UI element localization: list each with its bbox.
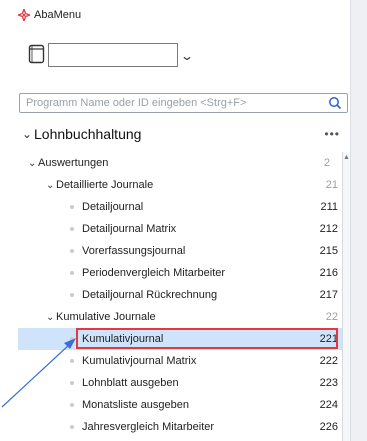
tree-item-row[interactable]: Kumulativjournal 221 — [18, 328, 348, 350]
tree-item-label: Detailjournal Matrix — [82, 223, 177, 235]
screenshot-stage: AbaMenu ⌄ Programm Name oder ID eingeben… — [0, 0, 367, 441]
tree-item-row[interactable]: Detailjournal 211 — [18, 196, 348, 218]
tree-item-label: Detailjournal Rückrechnung — [82, 289, 218, 301]
tree-item-id: 211 — [320, 201, 338, 213]
tree-item-id: 224 — [319, 399, 338, 411]
tree-group-row[interactable]: ⌄ Detaillierte Journale 21 — [18, 174, 348, 196]
bullet-icon — [70, 249, 74, 253]
bullet-icon — [70, 227, 74, 231]
tree-item-row[interactable]: Lohnblatt ausgeben 223 — [18, 372, 348, 394]
chevron-down-icon[interactable]: ⌄ — [28, 158, 36, 169]
tree-item-label: Detailjournal — [82, 201, 144, 213]
tree-item-id: 21 — [325, 179, 338, 191]
search-icon[interactable] — [328, 96, 342, 110]
tree-item-id: 222 — [319, 355, 338, 367]
tree-item-label: Monatsliste ausgeben — [82, 399, 190, 411]
tree-item-id: 212 — [319, 223, 338, 235]
tree-item-row[interactable]: Vorerfassungsjournal 215 — [18, 240, 348, 262]
tree-item-label: Auswertungen — [38, 157, 109, 169]
tree-item-label: Kumulativjournal Matrix — [82, 355, 197, 367]
bullet-icon — [70, 425, 74, 429]
tree-item-row[interactable]: Detailjournal Matrix 212 — [18, 218, 348, 240]
tree-item-row[interactable]: Periodenvergleich Mitarbeiter 216 — [18, 262, 348, 284]
bullet-icon — [70, 381, 74, 385]
left-margin — [0, 0, 18, 441]
tree-root-lohnbuchhaltung[interactable]: ⌄ Lohnbuchhaltung ••• — [18, 122, 348, 146]
tree-item-id: 2 — [323, 157, 330, 169]
bullet-icon — [70, 337, 74, 341]
bullet-icon — [70, 293, 74, 297]
app-title: AbaMenu — [34, 9, 82, 21]
tree-item-row[interactable]: Kumulativjournal Matrix 222 — [18, 350, 348, 372]
book-icon[interactable] — [28, 44, 46, 64]
tree-item-row[interactable]: Monatsliste ausgeben 224 — [18, 394, 348, 416]
chevron-down-icon[interactable]: ⌄ — [180, 49, 194, 63]
tree-item-id: 22 — [325, 311, 338, 323]
tree-group-row[interactable]: ⌄ Kumulative Journale 22 — [18, 306, 348, 328]
abacus-logo-icon — [18, 9, 30, 21]
tree-item-label: Vorerfassungsjournal — [82, 245, 186, 257]
tree-item-row[interactable]: Jahresvergleich Mitarbeiter 226 — [18, 416, 348, 438]
chevron-down-icon[interactable]: ⌄ — [46, 312, 54, 323]
chevron-down-icon[interactable]: ⌄ — [22, 127, 32, 141]
tree-item-label: Kumulativjournal — [82, 333, 164, 345]
search-placeholder: Programm Name oder ID eingeben <Strg+F> — [26, 97, 247, 109]
more-options-icon[interactable]: ••• — [324, 127, 340, 141]
tree-item-id: 215 — [319, 245, 338, 257]
tree-item-row[interactable]: Detailjournal Rückrechnung 217 — [18, 284, 348, 306]
tree-root-label: Lohnbuchhaltung — [34, 126, 142, 142]
bullet-icon — [70, 205, 74, 209]
tree-item-label: Periodenvergleich Mitarbeiter — [82, 267, 226, 279]
tree-item-id: 216 — [319, 267, 338, 279]
tree-item-label: Jahresvergleich Mitarbeiter — [82, 421, 215, 433]
chevron-down-icon[interactable]: ⌄ — [46, 180, 54, 191]
bullet-icon — [70, 359, 74, 363]
tree-item-id: 217 — [319, 289, 338, 301]
scroll-up-icon[interactable]: ▲ — [343, 154, 350, 162]
tree-item-label: Lohnblatt ausgeben — [82, 377, 179, 389]
program-combo[interactable] — [48, 43, 178, 67]
tree-item-label: Kumulative Journale — [56, 311, 156, 323]
tree-item-label: Detaillierte Journale — [56, 179, 154, 191]
tree-item-id: 221 — [319, 333, 338, 345]
tree-group-row[interactable]: ⌄ Auswertungen 2 — [18, 152, 348, 174]
abamenu-panel: AbaMenu ⌄ Programm Name oder ID eingeben… — [18, 0, 350, 441]
right-side-strip — [350, 0, 367, 441]
tree-item-id: 223 — [319, 377, 338, 389]
tree-item-id: 226 — [319, 421, 338, 433]
title-bar: AbaMenu — [18, 6, 81, 24]
bullet-icon — [70, 403, 74, 407]
bullet-icon — [70, 271, 74, 275]
search-input[interactable]: Programm Name oder ID eingeben <Strg+F> — [19, 93, 348, 113]
tree-scrollbar[interactable]: ▲ — [342, 152, 350, 441]
